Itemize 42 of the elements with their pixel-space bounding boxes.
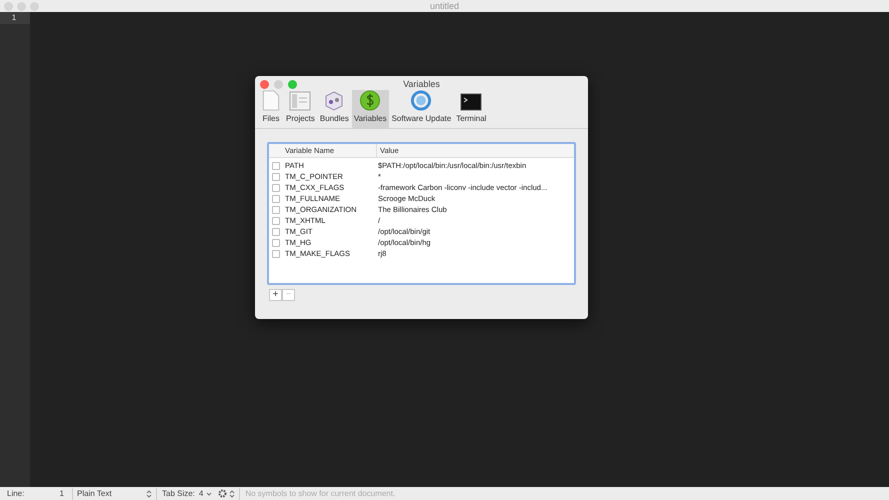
settings-menu[interactable] [218, 489, 236, 498]
checkbox[interactable] [272, 194, 280, 202]
dialog-title: Variables [403, 78, 440, 91]
symbols-message: No symbols to show for current document. [239, 488, 396, 500]
document-icon [261, 90, 281, 111]
close-control-icon[interactable] [4, 2, 13, 10]
grammar-select[interactable]: Plain Text [72, 488, 154, 500]
toolbar-tab[interactable]: Files [259, 90, 283, 128]
checkbox[interactable] [272, 162, 280, 170]
line-number: 1 [0, 12, 30, 24]
checkbox[interactable] [272, 216, 280, 224]
settings-icon [218, 489, 228, 498]
toolbar-tab[interactable]: Bundles [318, 90, 351, 128]
toolbar-tab[interactable]: Variables [352, 90, 389, 128]
refresh-icon [410, 90, 432, 111]
dollar-icon [359, 90, 382, 111]
updown-icon [146, 490, 152, 498]
checkbox[interactable] [272, 184, 280, 192]
line-label: Line: [6, 488, 26, 500]
checkbox[interactable] [272, 238, 280, 246]
terminal-icon [460, 93, 482, 111]
checkbox[interactable] [272, 250, 280, 258]
toolbar-tab[interactable]: Software Update [390, 90, 454, 128]
tab-size-select[interactable]: 4 [198, 488, 212, 500]
close-icon[interactable] [260, 80, 269, 88]
chevron-down-icon [206, 492, 212, 496]
window-icon [289, 91, 312, 111]
minimize-control-icon[interactable] [17, 2, 26, 10]
toolbar-tab[interactable]: Terminal [454, 90, 488, 128]
zoom-control-icon[interactable] [30, 2, 39, 10]
line-number-value: 1 [58, 488, 65, 500]
toolbar-tab[interactable]: Projects [284, 90, 317, 128]
checkbox[interactable] [272, 172, 280, 180]
tab-size-label: Tab Size: [156, 488, 195, 500]
add-button[interactable]: + [269, 289, 282, 301]
minimize-control-icon[interactable] [274, 80, 283, 88]
window-title: untitled [430, 0, 460, 12]
checkbox[interactable] [272, 206, 280, 214]
checkbox[interactable] [272, 228, 280, 236]
cube-icon [324, 91, 344, 111]
zoom-control-icon[interactable] [288, 80, 297, 88]
updown-icon [229, 490, 236, 498]
